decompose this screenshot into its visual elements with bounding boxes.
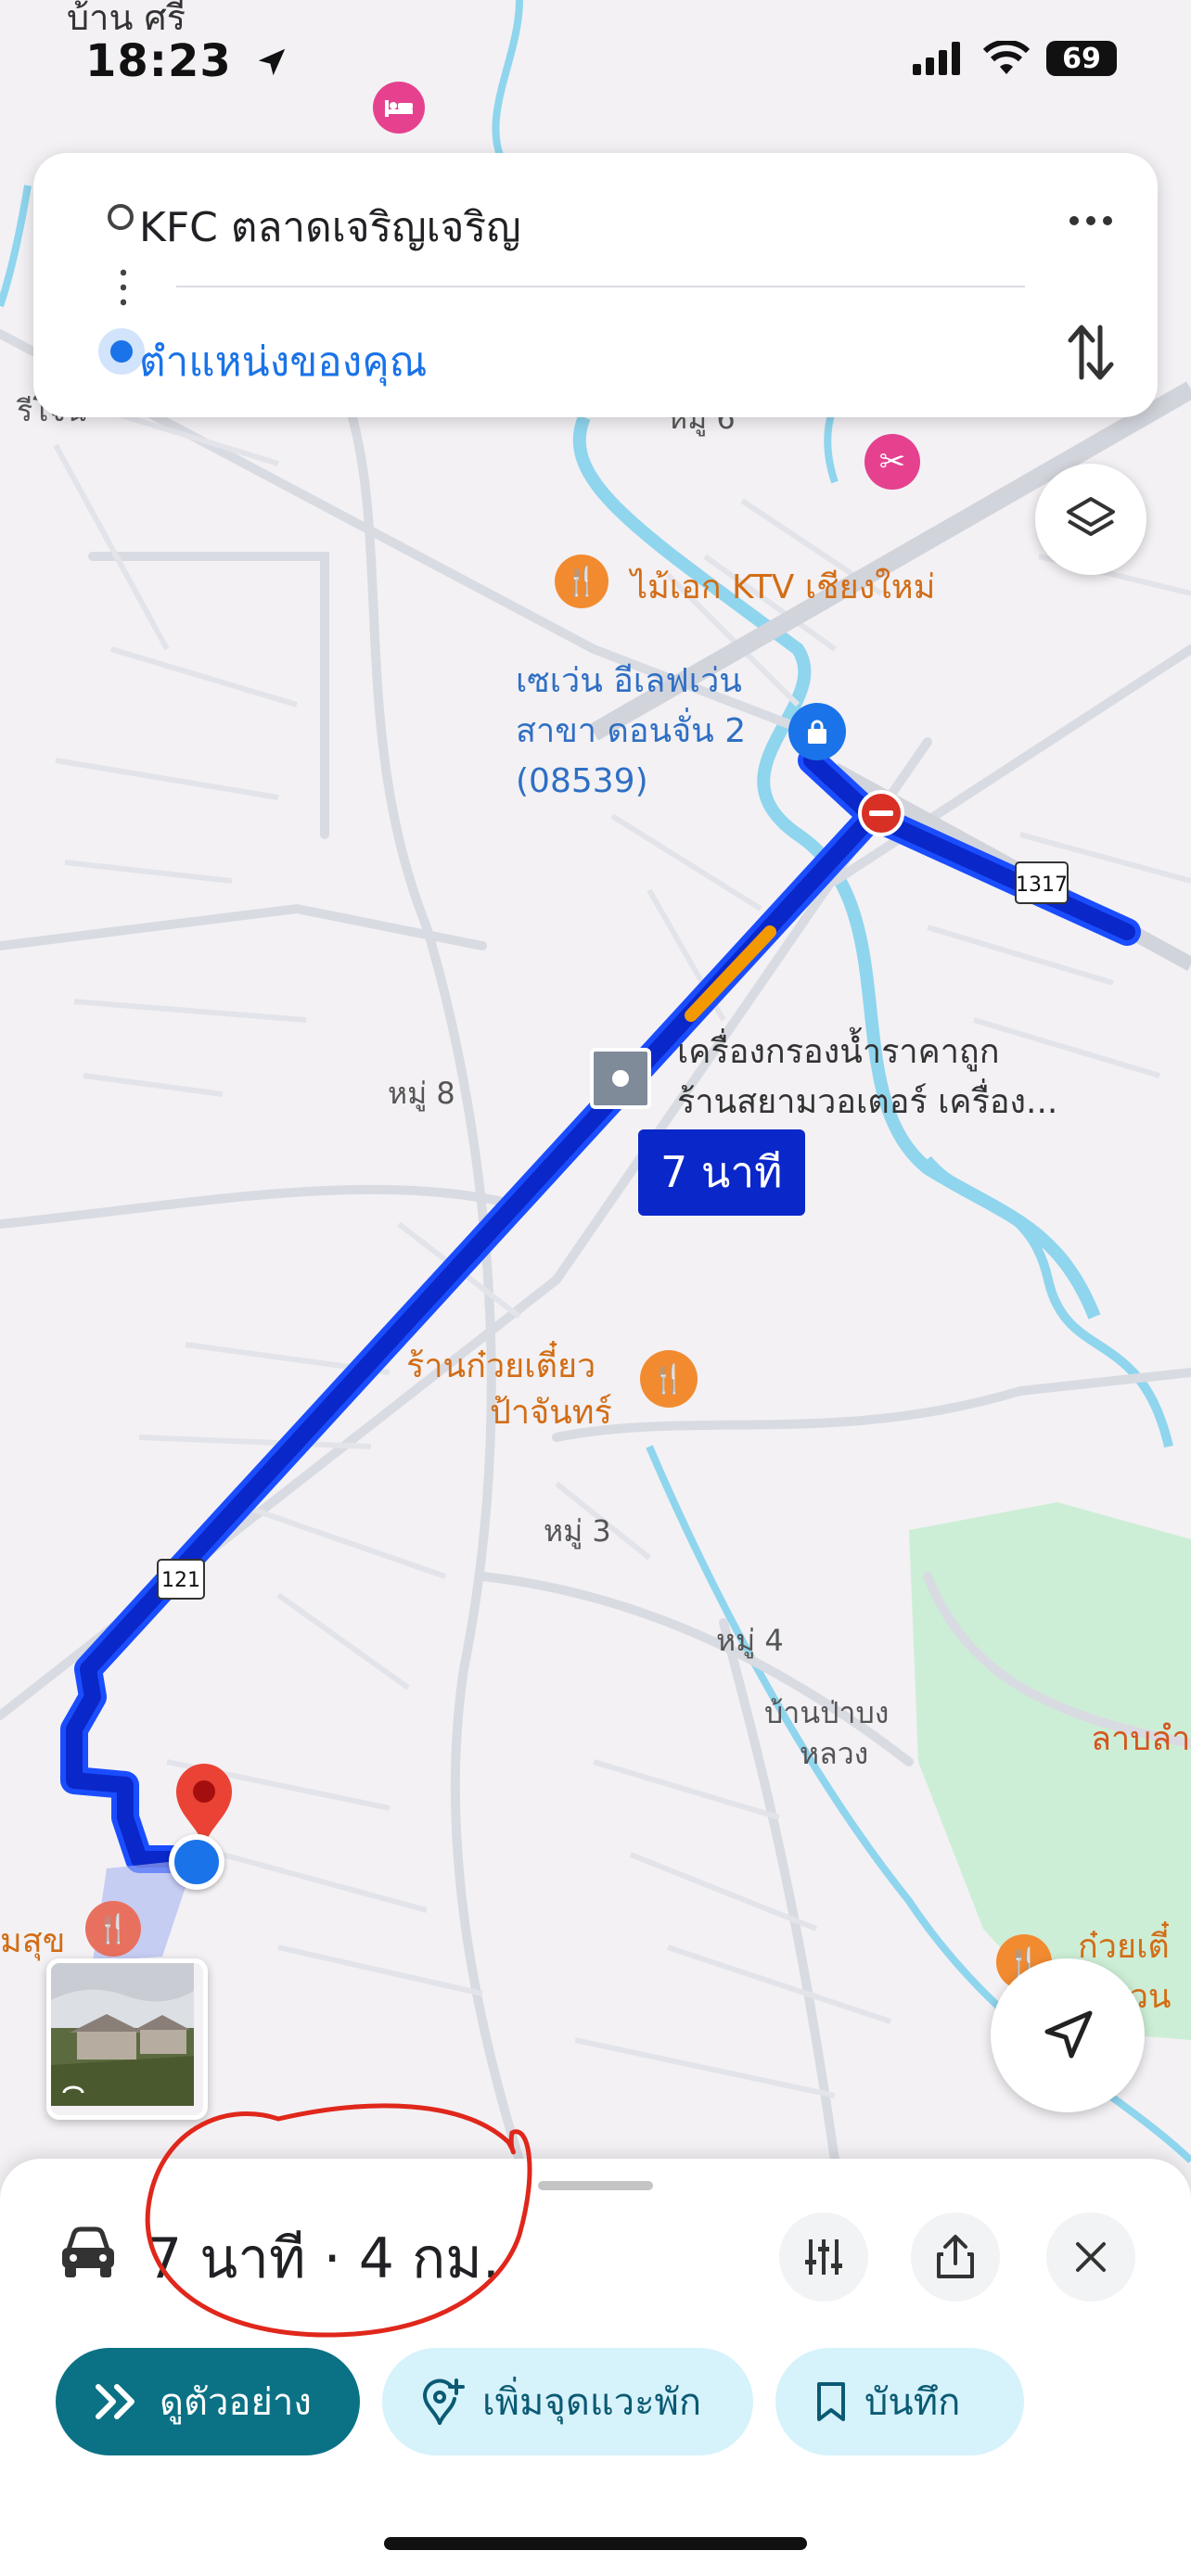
origin-circle-icon <box>108 204 134 230</box>
car-icon <box>62 2226 114 2277</box>
status-indicators: 69 <box>913 41 1117 76</box>
add-stop-button[interactable]: เพิ่มจุดแวะพัก <box>382 2348 753 2455</box>
wifi-icon <box>983 41 1030 74</box>
location-arrow-icon <box>258 48 285 76</box>
your-location-dot <box>110 340 133 363</box>
close-button[interactable] <box>1046 2213 1135 2302</box>
more-options-button[interactable] <box>1065 195 1117 247</box>
map-label-moo3: หมู่ 3 <box>544 1513 611 1549</box>
origin-field[interactable]: KFC ตลาดเจริญเจริญ <box>139 195 521 260</box>
street-view-thumbnail[interactable] <box>46 1958 208 2120</box>
battery-indicator: 69 <box>1046 41 1117 76</box>
recenter-button[interactable] <box>991 1958 1145 2112</box>
tune-sliders-icon <box>805 2239 842 2275</box>
swap-route-button[interactable] <box>1065 320 1117 385</box>
route-duration-badge[interactable]: 7 นาที <box>638 1129 805 1216</box>
double-chevron-right-icon <box>96 2384 134 2419</box>
route-card-divider <box>176 286 1025 287</box>
share-button[interactable] <box>911 2213 1000 2302</box>
share-icon <box>937 2235 974 2278</box>
ktv-restaurant-pin-icon[interactable]: 🍴 <box>555 555 608 608</box>
save-button[interactable]: บันทึก <box>775 2348 1024 2455</box>
shopping-pin-icon[interactable] <box>788 703 846 760</box>
home-indicator[interactable] <box>384 2537 807 2550</box>
map-label-seven-eleven-1: เซเว่น อีเลฟเว่น <box>516 662 742 700</box>
layers-icon <box>1067 497 1115 536</box>
map-label-banpa-2: หลวง <box>800 1736 869 1771</box>
left-restaurant-pin-icon[interactable]: 🍴 <box>85 1901 141 1957</box>
store-square-pin-icon[interactable] <box>590 1048 651 1109</box>
map-label-moo4: หมู่ 4 <box>716 1623 784 1658</box>
preview-button[interactable]: ดูตัวอย่าง <box>56 2348 360 2455</box>
status-time-text: 18:23 <box>85 35 232 87</box>
map-label-noodle-1: ร้านก๋วยเตี๋ยว <box>406 1347 596 1385</box>
map-layers-button[interactable] <box>1035 464 1146 575</box>
sheet-grabber[interactable] <box>538 2181 653 2190</box>
cellular-signal-icon <box>913 42 960 75</box>
current-location-dot <box>169 1834 224 1890</box>
street-view-photo-icon <box>51 1963 194 2106</box>
trip-summary: 7 นาที · 4 กม. <box>147 2226 500 2291</box>
save-button-label: บันทึก <box>864 2381 961 2424</box>
road-shield-121: 121 <box>161 1569 200 1592</box>
map-label-seven-eleven-3: (08539) <box>516 762 648 800</box>
map-label-noodle-2: ป้าจันทร์ <box>490 1394 612 1432</box>
more-horizontal-icon <box>1069 216 1112 225</box>
preview-button-label: ดูตัวอย่าง <box>160 2381 312 2424</box>
navigation-arrow-icon <box>1044 2010 1093 2059</box>
noodle-restaurant-pin-icon[interactable]: 🍴 <box>640 1350 698 1408</box>
map-label-lab: ลาบลำ <box>1091 1720 1191 1758</box>
close-icon <box>1076 2242 1106 2272</box>
map-label-top-village: บ้าน ศรี <box>67 0 186 38</box>
road-shield-1317: 1317 <box>1016 874 1068 897</box>
hotel-pin-icon[interactable] <box>373 82 425 134</box>
battery-level: 69 <box>1062 42 1101 75</box>
status-time: 18:23 <box>85 35 289 87</box>
destination-field[interactable]: ตำแหน่งของคุณ <box>139 329 427 394</box>
map-label-moo8: หมู่ 8 <box>388 1076 455 1111</box>
map-label-water-filter-1: เครื่องกรองน้ำราคาถูก <box>677 1033 1000 1071</box>
route-options-button[interactable] <box>779 2213 868 2302</box>
bookmark-icon <box>817 2382 845 2421</box>
swap-vertical-icon <box>1068 325 1114 380</box>
no-entry-icon <box>858 790 904 836</box>
add-stop-pin-icon <box>422 2378 465 2425</box>
entertainment-pin-icon[interactable]: ✂ <box>864 434 920 490</box>
map-label-water-filter-2: ร้านสยามวอเตอร์ เครื่อง... <box>677 1083 1058 1121</box>
add-stop-button-label: เพิ่มจุดแวะพัก <box>482 2381 702 2424</box>
map-label-seven-eleven-2: สาขา ดอนจั่น 2 <box>516 712 747 750</box>
route-connector-dots <box>121 265 126 310</box>
map-label-ktv: ไม้เอก KTV เชียงใหม่ <box>631 568 936 606</box>
